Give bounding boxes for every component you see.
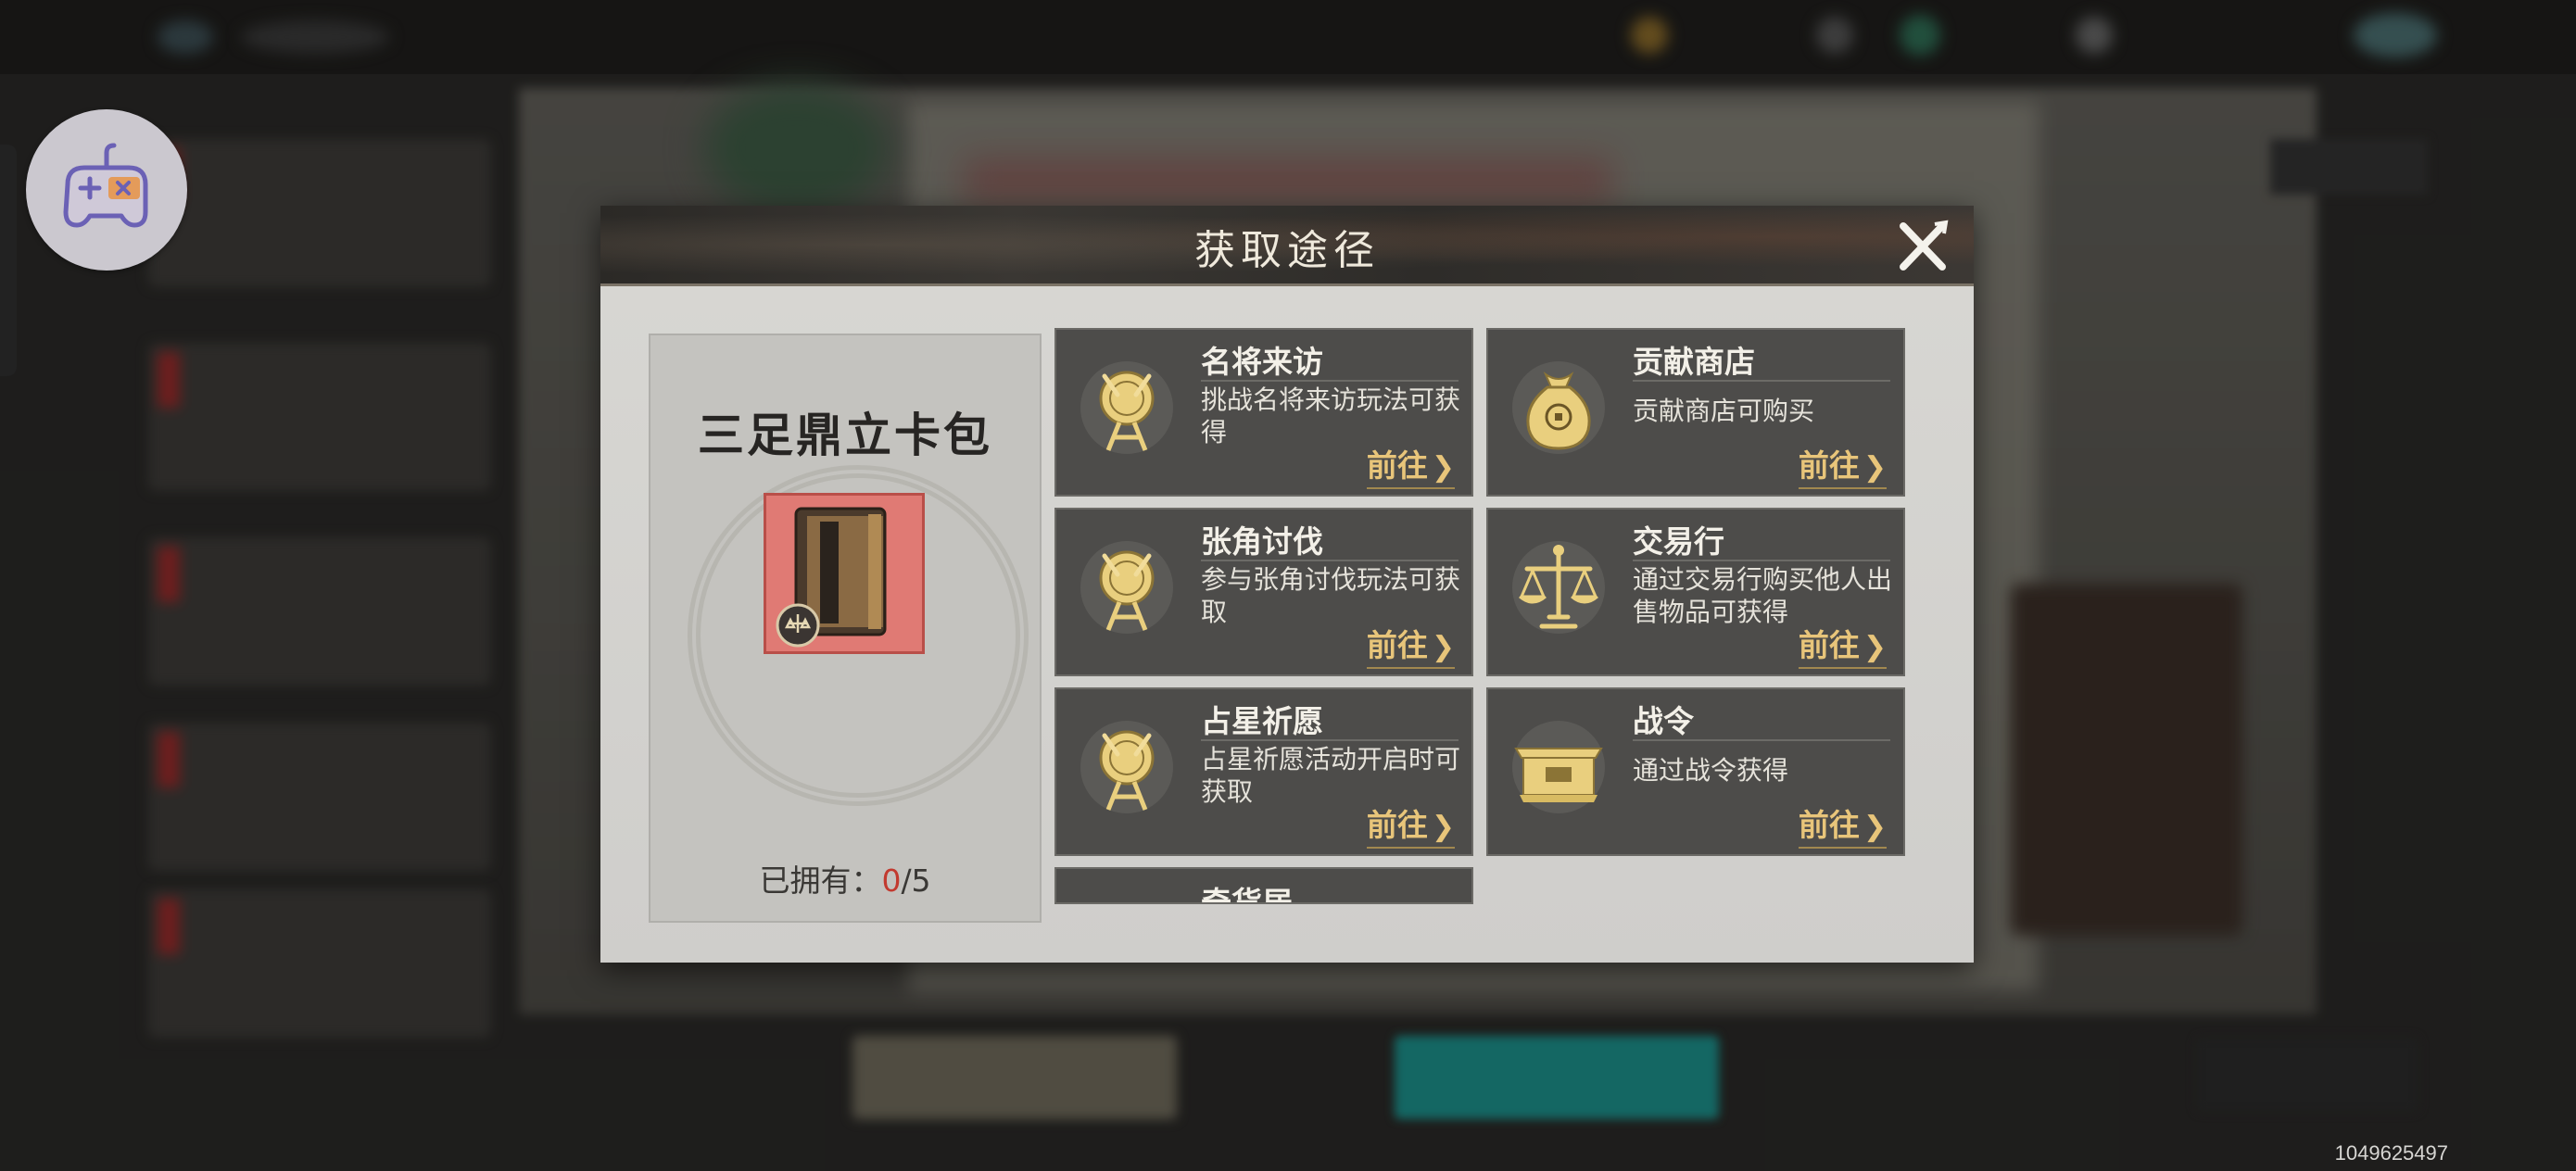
source-desc: 参与张角讨伐玩法可获取 [1201, 564, 1461, 627]
owned-total: /5 [901, 863, 931, 899]
owned-label: 已拥有： [759, 863, 882, 899]
source-name: 奇货居 [1201, 885, 1293, 904]
source-name: 战令 [1633, 703, 1694, 739]
source-name: 交易行 [1633, 523, 1724, 560]
dialog-title: 获取途径 [1194, 227, 1380, 274]
gamepad-assistant-button[interactable] [26, 109, 187, 271]
user-id: 1049625497 [2334, 1141, 2448, 1165]
source-name: 张角讨伐 [1201, 523, 1323, 560]
source-card-astrology-wish: 占星祈愿 占星祈愿活动开启时可获取 前往 ❯ [1054, 687, 1473, 856]
chevron-right-icon: ❯ [1431, 631, 1455, 663]
source-name: 占星祈愿 [1201, 703, 1323, 739]
drum-icon [1080, 721, 1173, 813]
card-pack-icon [776, 507, 887, 648]
item-panel: 三足鼎立卡包 已拥有：0/5 [649, 334, 1042, 923]
source-desc: 通过交易行购买他人出售物品可获得 [1633, 564, 1893, 627]
item-icon[interactable] [764, 493, 925, 654]
goto-button[interactable]: 前往 ❯ [1798, 441, 1887, 489]
drum-icon [1080, 541, 1173, 634]
source-name: 名将来访 [1201, 344, 1323, 380]
scales-icon [1512, 541, 1605, 634]
source-desc: 占星祈愿活动开启时可获取 [1201, 744, 1461, 807]
source-card-qihuoju: 奇货居 [1054, 867, 1473, 904]
owned-current: 0 [881, 863, 902, 899]
drum-icon [1080, 361, 1173, 454]
money-bag-icon [1512, 361, 1605, 454]
owned-count: 已拥有：0/5 [650, 856, 1040, 900]
source-card-trading-house: 交易行 通过交易行购买他人出售物品可获得 前往 ❯ [1486, 508, 1905, 676]
source-card-zhangjiao: 张角讨伐 参与张角讨伐玩法可获取 前往 ❯ [1054, 508, 1473, 676]
source-desc: 通过战令获得 [1633, 755, 1789, 786]
chevron-right-icon: ❯ [1863, 451, 1887, 484]
source-list[interactable]: 名将来访 挑战名将来访玩法可获得 前往❯ 贡献商店 贡献商店可购买 前往❯ [1054, 328, 1946, 930]
gamepad-icon [63, 143, 148, 228]
chest-icon [1512, 721, 1605, 813]
item-name: 三足鼎立卡包 [698, 408, 992, 462]
chevron-right-icon: ❯ [1863, 811, 1887, 843]
chevron-right-icon: ❯ [1431, 451, 1455, 484]
source-name: 贡献商店 [1633, 344, 1755, 380]
source-desc: 贡献商店可购买 [1633, 396, 1815, 426]
side-tab[interactable] [0, 145, 17, 376]
source-card-battle-pass: 战令 通过战令获得 前往 ❯ [1486, 687, 1905, 856]
source-card-mingjiang: 名将来访 挑战名将来访玩法可获得 前往 ❯ [1054, 328, 1473, 497]
source-desc: 挑战名将来访玩法可获得 [1201, 384, 1461, 447]
close-icon [1900, 220, 1949, 271]
source-card-contribution-shop: 贡献商店 贡献商店可购买 前往 ❯ [1486, 328, 1905, 497]
chevron-right-icon: ❯ [1863, 631, 1887, 663]
goto-button[interactable]: 前往 ❯ [1798, 621, 1887, 669]
chevron-right-icon: ❯ [1431, 811, 1455, 843]
acquire-sources-dialog: 获取途径 三足鼎立卡包 已拥有：0/5 名将来访 挑战名将来访玩法可获得 前往 … [600, 206, 1974, 963]
close-button[interactable] [1894, 219, 1951, 276]
goto-button[interactable]: 前往 ❯ [1366, 441, 1455, 489]
goto-button[interactable]: 前往 ❯ [1798, 800, 1887, 849]
goto-button[interactable]: 前往 ❯ [1366, 621, 1455, 669]
goto-button[interactable]: 前往 ❯ [1366, 800, 1455, 849]
